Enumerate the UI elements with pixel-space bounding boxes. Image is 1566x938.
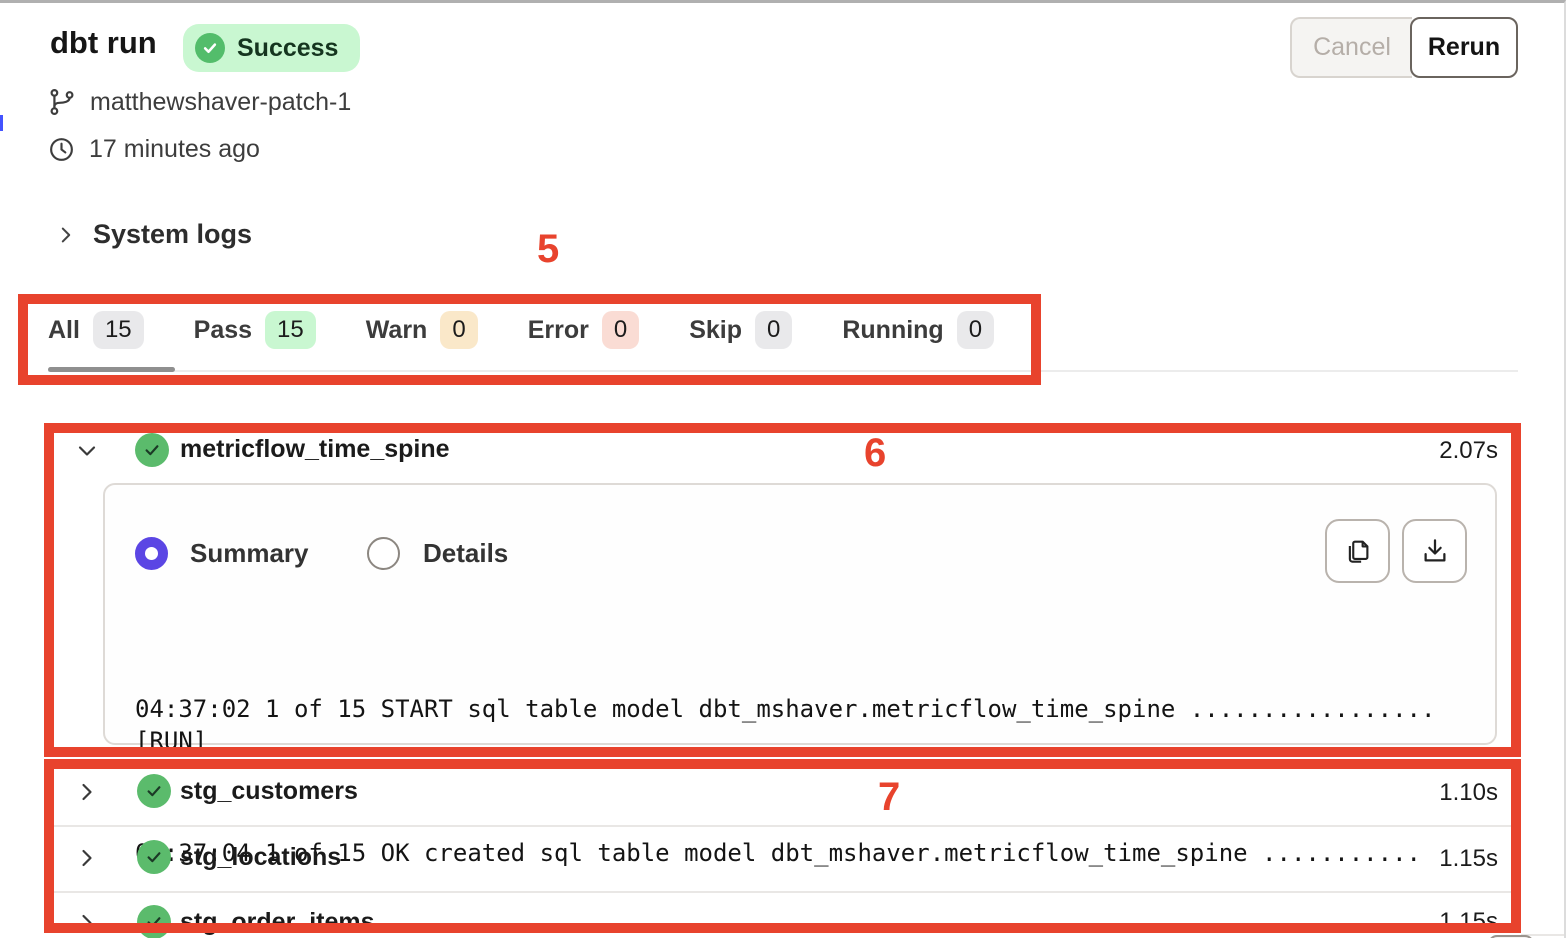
tab-warn[interactable]: Warn 0 <box>366 311 478 349</box>
row-divider <box>54 891 1518 893</box>
tab-running[interactable]: Running 0 <box>842 311 994 349</box>
annotation-number-5: 5 <box>537 227 559 272</box>
collapse-chevron-down-icon[interactable] <box>75 439 99 463</box>
expand-chevron-right-icon[interactable] <box>75 911 99 935</box>
chevron-right-icon <box>55 224 77 246</box>
row-name-stg-order-items[interactable]: stg_order_items <box>180 908 375 937</box>
tab-pass-label: Pass <box>194 316 252 345</box>
status-badge-label: Success <box>237 34 338 63</box>
active-tab-underline <box>48 367 175 372</box>
dbt-run-page: dbt run Success Cancel Rerun matthewshav… <box>0 0 1566 938</box>
expand-chevron-right-icon[interactable] <box>75 846 99 870</box>
copy-logs-button[interactable] <box>1325 519 1390 583</box>
details-radio[interactable] <box>367 537 400 570</box>
rerun-button-label: Rerun <box>1428 33 1500 62</box>
row-success-icon <box>137 774 171 808</box>
summary-radio-label[interactable]: Summary <box>190 538 309 569</box>
branch-name: matthewshaver-patch-1 <box>90 88 351 117</box>
expanded-row-name[interactable]: metricflow_time_spine <box>180 435 450 464</box>
tab-warn-count: 0 <box>440 311 477 349</box>
time-ago: 17 minutes ago <box>89 135 260 164</box>
status-badge: Success <box>183 24 360 72</box>
success-check-icon <box>195 33 225 63</box>
cancel-button-label: Cancel <box>1313 33 1391 62</box>
tab-running-count: 0 <box>957 311 994 349</box>
time-row: 17 minutes ago <box>48 135 260 164</box>
row-duration: 1.10s <box>1439 779 1498 807</box>
annotation-number-7: 7 <box>878 775 900 820</box>
tab-skip-count: 0 <box>755 311 792 349</box>
tab-pass[interactable]: Pass 15 <box>194 311 316 349</box>
download-logs-button[interactable] <box>1402 519 1467 583</box>
git-branch-icon <box>48 87 76 117</box>
row-duration: 1.15s <box>1439 845 1498 873</box>
tab-pass-count: 15 <box>265 311 316 349</box>
tab-all-count: 15 <box>93 311 144 349</box>
tab-error[interactable]: Error 0 <box>528 311 640 349</box>
row-name-stg-locations[interactable]: stg_locations <box>180 843 341 872</box>
branch-row: matthewshaver-patch-1 <box>48 87 351 117</box>
expand-chevron-right-icon[interactable] <box>75 780 99 804</box>
log-line: 04:37:02 1 of 15 START sql table model d… <box>135 693 1465 757</box>
tab-warn-label: Warn <box>366 316 428 345</box>
annotation-number-6: 6 <box>864 431 886 476</box>
tab-all[interactable]: All 15 <box>48 311 144 349</box>
left-edge-cursor-tick <box>0 115 3 131</box>
summary-radio[interactable] <box>135 537 168 570</box>
row-divider <box>54 825 1518 827</box>
system-logs-toggle[interactable]: System logs <box>55 219 252 250</box>
tab-running-label: Running <box>842 316 943 345</box>
row-duration: 1.15s <box>1439 908 1498 936</box>
row-success-icon <box>135 433 169 467</box>
row-success-icon <box>137 905 171 938</box>
tab-all-label: All <box>48 316 80 345</box>
cancel-button[interactable]: Cancel <box>1290 17 1412 78</box>
copy-icon <box>1343 536 1373 566</box>
rerun-button[interactable]: Rerun <box>1410 17 1518 78</box>
system-logs-label: System logs <box>93 219 252 250</box>
page-title: dbt run <box>50 25 157 61</box>
download-icon <box>1420 536 1450 566</box>
row-name-stg-customers[interactable]: stg_customers <box>180 777 358 806</box>
expanded-row-duration: 2.07s <box>1439 437 1498 465</box>
details-radio-label[interactable]: Details <box>423 538 508 569</box>
tabbar-divider <box>48 370 1518 372</box>
tab-error-label: Error <box>528 316 589 345</box>
tab-error-count: 0 <box>602 311 639 349</box>
row-success-icon <box>137 840 171 874</box>
tab-skip[interactable]: Skip 0 <box>689 311 792 349</box>
status-filter-tabs: All 15 Pass 15 Warn 0 Error 0 Skip 0 Run… <box>48 311 994 349</box>
clock-icon <box>48 136 75 163</box>
tab-skip-label: Skip <box>689 316 742 345</box>
log-panel: Summary Details 04:37:02 1 of 15 START s… <box>103 483 1497 745</box>
